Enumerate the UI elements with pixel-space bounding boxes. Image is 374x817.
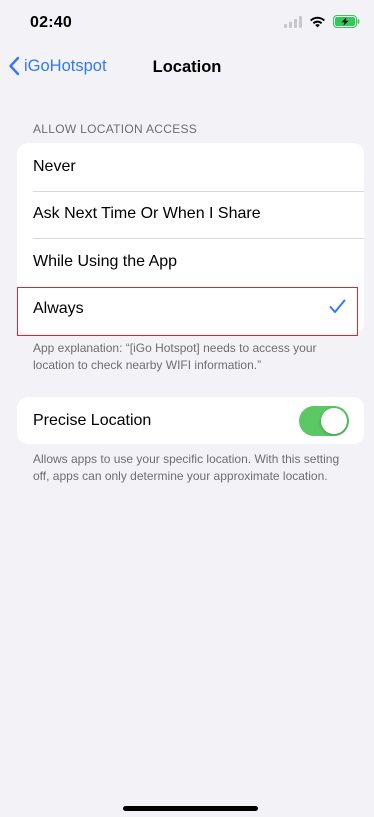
option-while-using[interactable]: While Using the App [17,238,364,286]
option-ask-next-time[interactable]: Ask Next Time Or When I Share [17,190,364,239]
status-time: 02:40 [30,14,72,31]
signal-icon [284,15,302,28]
battery-charging-icon [333,15,360,28]
precise-location-toggle[interactable] [299,406,349,436]
location-access-options: Never Ask Next Time Or When I Share Whil… [17,143,364,336]
precise-location-label: Precise Location [33,411,152,429]
status-icons [284,15,360,28]
option-label: Always [33,300,84,318]
page-title: Location [152,58,222,76]
option-always[interactable]: Always [17,286,364,336]
option-label: Ask Next Time Or When I Share [33,205,261,223]
checkmark-icon [329,299,346,319]
option-label: Never [33,157,76,175]
wifi-icon [309,16,326,28]
app-explanation-text: App explanation: “[iGo Hotspot] needs to… [33,341,317,372]
location-settings-screen: 02:40 iGoHotspot Location ALLOW LOCATION… [0,0,374,817]
navigation-bar: iGoHotspot Location [0,48,374,88]
section-header-location-access: ALLOW LOCATION ACCESS [33,122,198,136]
option-never[interactable]: Never [17,143,364,191]
home-indicator[interactable] [123,806,258,811]
option-label: While Using the App [33,252,178,270]
precise-location-row: Precise Location [17,397,364,445]
precise-location-group: Precise Location [17,397,364,444]
status-bar: 02:40 [0,0,374,48]
precise-location-description: Allows apps to use your specific locatio… [33,452,340,483]
toggle-knob [321,408,347,434]
